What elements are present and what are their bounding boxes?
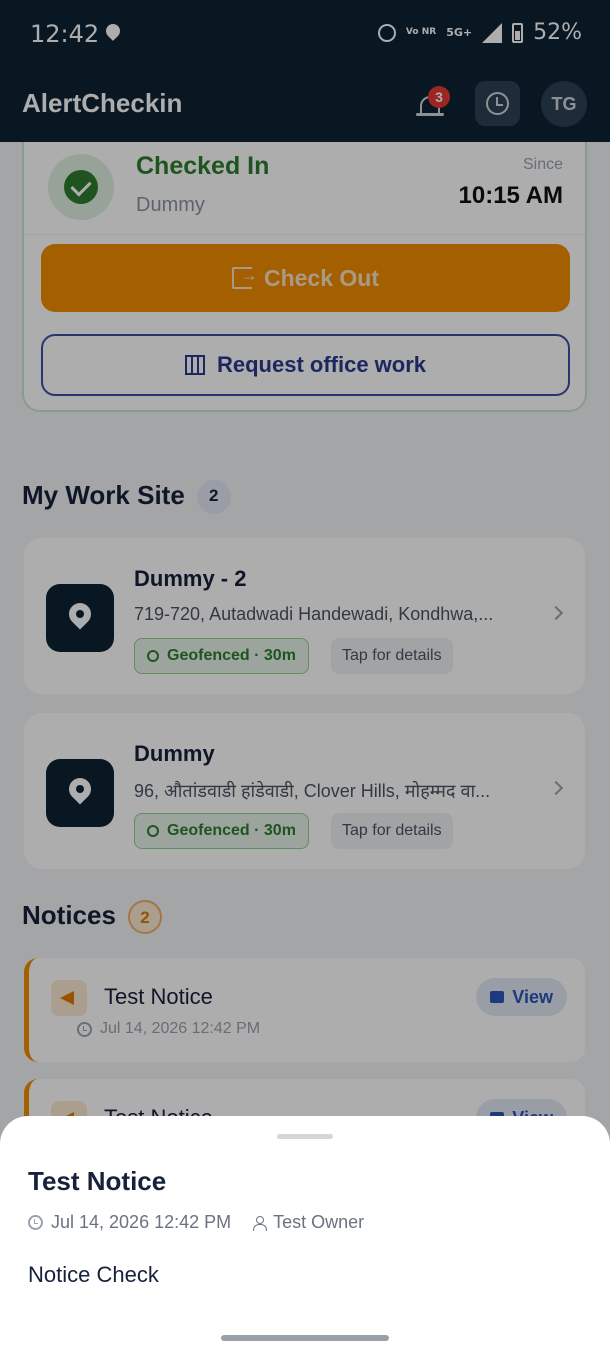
clock-icon [28, 1215, 43, 1230]
drag-handle[interactable] [277, 1134, 333, 1139]
sheet-title: Test Notice [28, 1166, 167, 1196]
sheet-meta: Jul 14, 2026 12:42 PM Test Owner [28, 1212, 364, 1233]
person-icon [253, 1215, 268, 1231]
sheet-body: Notice Check [28, 1262, 159, 1287]
home-indicator [221, 1335, 389, 1341]
sheet-owner: Test Owner [273, 1212, 365, 1232]
sheet-date: Jul 14, 2026 12:42 PM [51, 1212, 232, 1232]
notice-bottom-sheet: Test Notice Jul 14, 2026 12:42 PM Test O… [0, 1116, 610, 1356]
